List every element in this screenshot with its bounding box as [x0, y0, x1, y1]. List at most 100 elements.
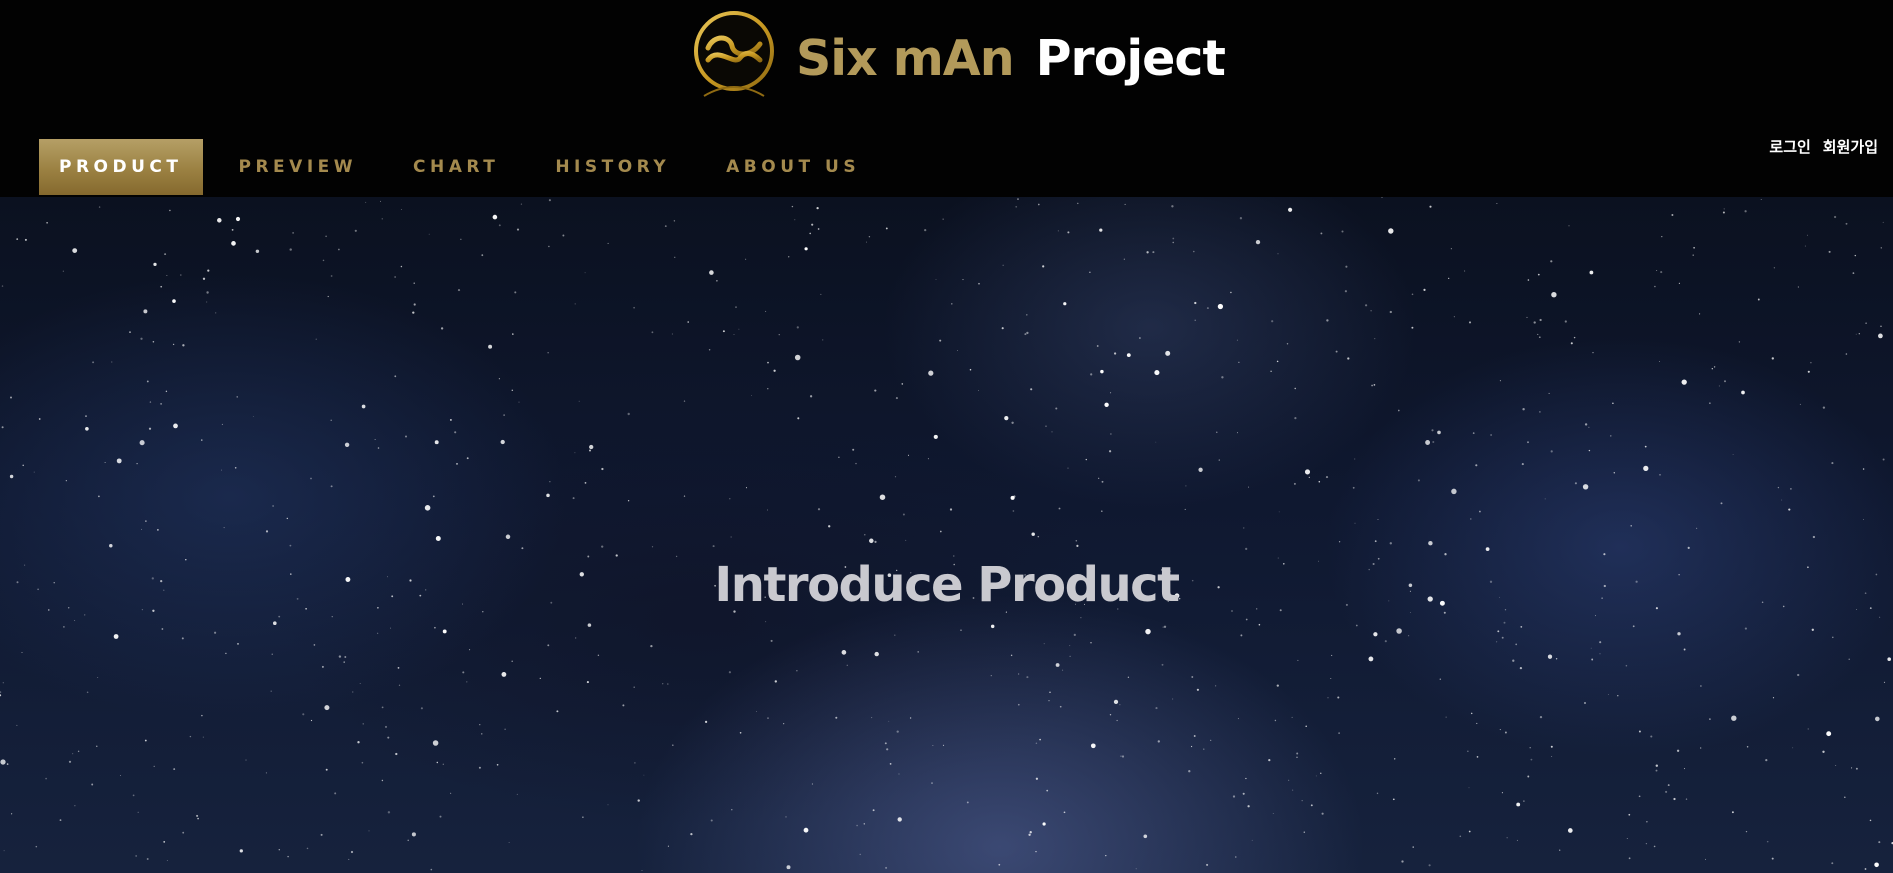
nav-item-history[interactable]: HISTORY [535, 139, 690, 195]
star [765, 621, 767, 623]
signup-link[interactable]: 회원가입 [1823, 136, 1878, 157]
star [977, 390, 979, 391]
star [582, 816, 584, 818]
star [1368, 656, 1374, 662]
star [1760, 199, 1762, 201]
star [1638, 795, 1641, 798]
nav-item-about-us[interactable]: ABOUT US [706, 139, 880, 195]
star [460, 238, 462, 240]
star [1089, 271, 1091, 273]
star [1374, 540, 1377, 543]
star [407, 839, 409, 842]
star [0, 694, 2, 697]
star [1210, 739, 1212, 742]
star [671, 744, 674, 747]
star [196, 814, 199, 817]
star [1527, 775, 1530, 778]
star [9, 474, 14, 479]
star [1681, 379, 1687, 385]
star [822, 339, 824, 341]
star [1206, 863, 1209, 866]
star [1476, 756, 1479, 758]
nav-item-preview[interactable]: PREVIEW [219, 139, 378, 195]
star [435, 536, 441, 541]
star [1644, 445, 1647, 448]
star [1864, 868, 1867, 870]
star [587, 623, 592, 627]
page: Six mAn Project PRODUCT PREVIEW CHART HI… [0, 0, 1893, 873]
star [1075, 539, 1078, 542]
star [601, 545, 604, 548]
star [1676, 749, 1680, 752]
star [197, 817, 199, 820]
star [1401, 860, 1404, 863]
star [1364, 304, 1368, 307]
star [1470, 518, 1472, 520]
star [1738, 341, 1741, 343]
star [202, 277, 206, 280]
star [1037, 535, 1040, 538]
star [292, 232, 294, 234]
star [348, 858, 350, 860]
star [957, 350, 958, 351]
star [1723, 208, 1725, 210]
brand[interactable]: Six mAn Project [690, 8, 1226, 108]
star [1833, 215, 1837, 219]
star [68, 760, 72, 763]
star [1699, 313, 1701, 315]
star [738, 328, 740, 330]
star [322, 259, 325, 262]
star [1845, 222, 1848, 225]
star [116, 458, 122, 464]
star [1687, 546, 1690, 549]
star [1428, 540, 1433, 546]
star [1297, 659, 1299, 661]
star [1504, 731, 1507, 734]
star [1236, 339, 1238, 341]
star [1191, 745, 1193, 748]
nav-item-product[interactable]: PRODUCT [39, 139, 203, 195]
star [897, 817, 902, 822]
star [1110, 392, 1112, 394]
star [172, 299, 176, 303]
star [1592, 352, 1594, 354]
star [1826, 731, 1832, 737]
star [1335, 350, 1338, 353]
star [1124, 203, 1126, 205]
star [765, 310, 767, 312]
star [11, 813, 13, 815]
star [24, 238, 27, 241]
star [148, 427, 152, 430]
star [1193, 250, 1195, 253]
star [855, 462, 857, 465]
star [144, 739, 147, 742]
star [1157, 740, 1160, 743]
star [1294, 417, 1297, 420]
star [96, 745, 98, 747]
star [633, 306, 635, 309]
star [794, 354, 801, 361]
star [1722, 211, 1725, 214]
star [924, 228, 927, 232]
star [1232, 795, 1236, 798]
star [140, 337, 143, 340]
star [1172, 241, 1174, 244]
star [634, 762, 636, 764]
login-link[interactable]: 로그인 [1769, 136, 1810, 157]
star [1709, 718, 1711, 720]
star [1031, 532, 1035, 536]
star [1713, 366, 1716, 368]
star [817, 228, 820, 230]
star [928, 370, 934, 376]
star [6, 763, 9, 765]
star [917, 651, 920, 653]
nav-item-chart[interactable]: CHART [393, 139, 519, 195]
star [1537, 273, 1540, 276]
star [1855, 333, 1857, 335]
star [1568, 225, 1570, 227]
star [512, 333, 514, 335]
star [289, 248, 292, 251]
star [338, 655, 342, 658]
star [1049, 691, 1051, 694]
star [1650, 735, 1653, 738]
